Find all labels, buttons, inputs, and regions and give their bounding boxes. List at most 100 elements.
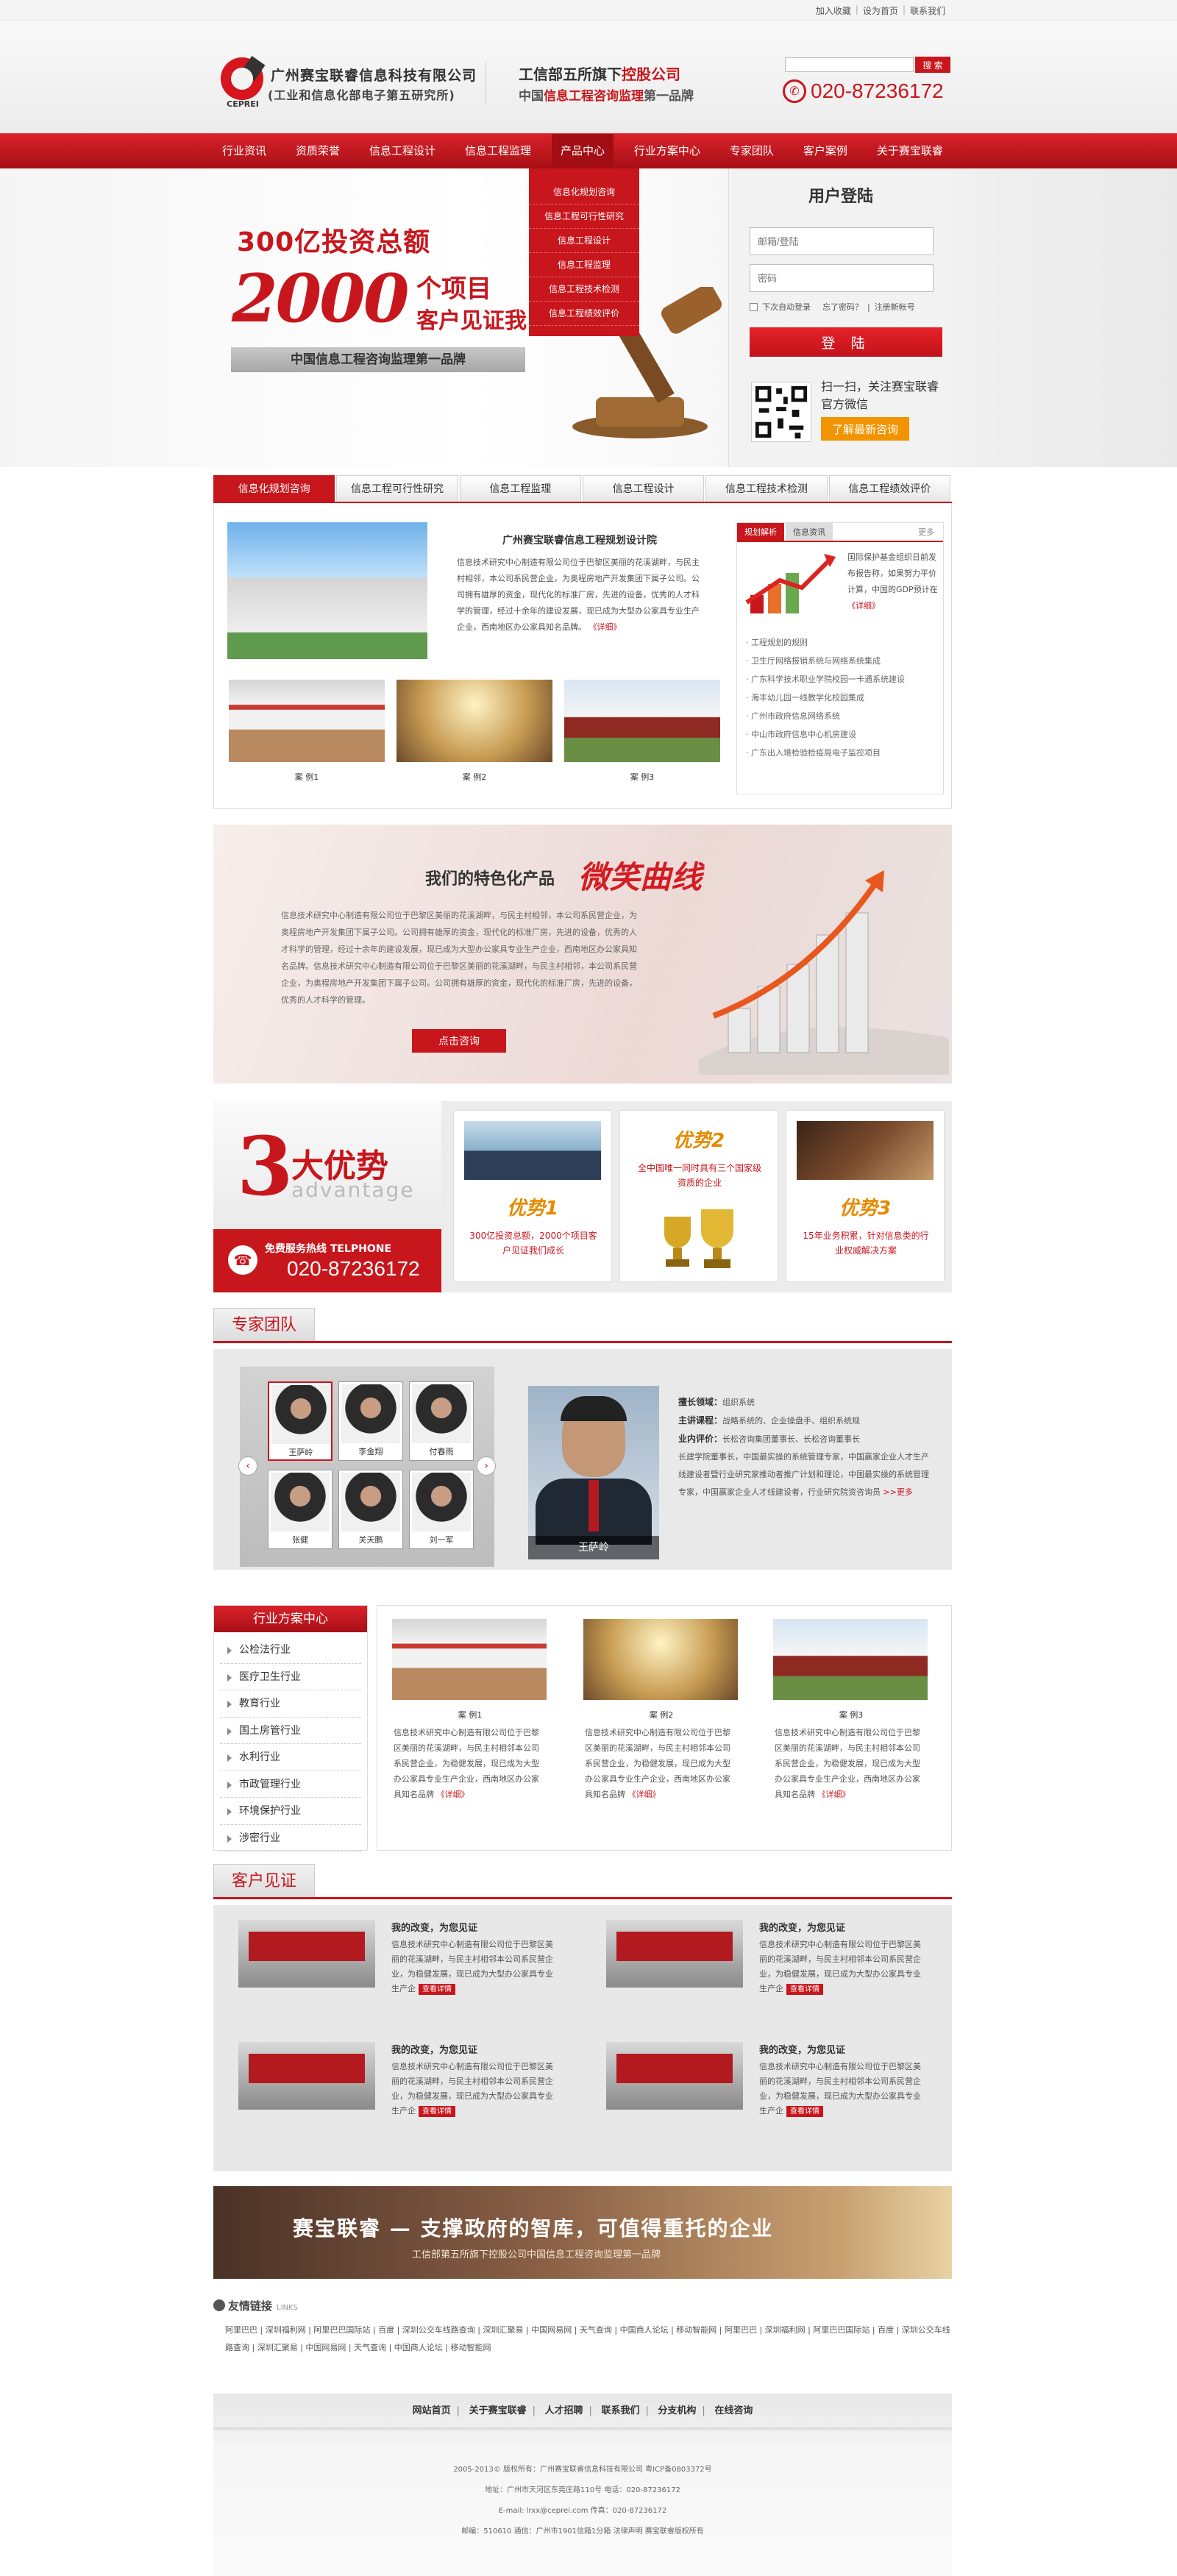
- info-more-link[interactable]: 《详细》: [589, 622, 622, 632]
- expert-thumb[interactable]: 王萨岭: [268, 1381, 333, 1461]
- case-image[interactable]: [583, 1619, 738, 1700]
- footer-link-about[interactable]: 关于赛宝联睿: [469, 2405, 527, 2416]
- nav-item-cases[interactable]: 客户案例: [794, 134, 856, 169]
- dropdown-item[interactable]: 信息工程绩效评价: [529, 302, 639, 326]
- list-item[interactable]: 广东出入境检验检疫局电子监控项目: [746, 744, 937, 762]
- nav-item-design[interactable]: 信息工程设计: [360, 134, 444, 169]
- list-item[interactable]: 中山市政府信息中心机房建设: [746, 725, 937, 744]
- nav-item-supervision[interactable]: 信息工程监理: [456, 134, 540, 169]
- carousel-prev-icon[interactable]: ‹: [238, 1456, 257, 1476]
- testimonial-image[interactable]: [238, 2042, 375, 2110]
- contact-us-link[interactable]: 联系我们: [910, 4, 945, 17]
- set-homepage-link[interactable]: 设为首页: [863, 4, 898, 17]
- case-label[interactable]: 案 例2: [397, 771, 552, 783]
- case-label[interactable]: 案 例1: [386, 1709, 554, 1721]
- nav-item-industry-news[interactable]: 行业资讯: [213, 134, 275, 169]
- expert-more-link[interactable]: >>更多: [883, 1487, 913, 1497]
- forgot-password-link[interactable]: 忘了密码？: [822, 301, 863, 313]
- testimonial-image[interactable]: [606, 1920, 743, 1988]
- username-field[interactable]: [750, 227, 934, 255]
- friend-links[interactable]: 阿里巴巴 | 深圳福利网 | 阿里巴巴国际站 | 百度 | 深圳公交车线路查询 …: [225, 2321, 953, 2357]
- footer-email: E-mail: lrxx@ceprei.com 传真：020-87236172: [498, 2507, 667, 2515]
- footer-link-jobs[interactable]: 人才招聘: [545, 2405, 583, 2416]
- featured-expert-photo: [528, 1386, 659, 1559]
- password-field[interactable]: [750, 264, 934, 292]
- tab-planning[interactable]: 信息化规划咨询: [213, 475, 335, 502]
- case-image[interactable]: [564, 680, 720, 762]
- footer-link-contact[interactable]: 联系我们: [601, 2405, 639, 2416]
- search-input[interactable]: [785, 57, 914, 72]
- list-item[interactable]: 广东科学技术职业学院校园一卡通系统建设: [746, 670, 937, 689]
- list-item[interactable]: 工程规划的规则: [746, 633, 937, 652]
- news-intro-more[interactable]: 《详细》: [847, 601, 880, 611]
- industry-item[interactable]: 环境保护行业: [220, 1798, 361, 1825]
- case-label[interactable]: 案 例3: [767, 1709, 935, 1721]
- list-item[interactable]: 广州市政府信息网络系统: [746, 707, 937, 725]
- expert-thumb[interactable]: 李金翔: [338, 1381, 403, 1461]
- remember-checkbox[interactable]: [750, 302, 758, 311]
- industry-item[interactable]: 国土房管行业: [220, 1718, 361, 1744]
- dropdown-item[interactable]: 信息工程设计: [529, 229, 639, 253]
- footer-link-branches[interactable]: 分支机构: [658, 2405, 696, 2416]
- case-label[interactable]: 案 例1: [229, 771, 385, 783]
- footer-link-home[interactable]: 网站首页: [413, 2405, 451, 2416]
- view-details-button[interactable]: 查看详情: [419, 2106, 455, 2117]
- tab-info-news[interactable]: 信息资讯: [786, 523, 833, 541]
- case-more-link[interactable]: 《详细》: [628, 1790, 661, 1799]
- tab-feasibility[interactable]: 信息工程可行性研究: [336, 475, 458, 502]
- nav-item-products[interactable]: 产品中心: [551, 134, 614, 169]
- login-button[interactable]: 登 陆: [750, 327, 942, 357]
- tab-planning-analysis[interactable]: 规划解析: [737, 523, 784, 541]
- advantage-card[interactable]: 优势3 15年业务积累，针对信息类的行业权威解决方案: [786, 1110, 945, 1282]
- expert-thumb[interactable]: 关天鹏: [338, 1470, 403, 1549]
- expert-thumb[interactable]: 张健: [268, 1470, 333, 1549]
- industry-item[interactable]: 医疗卫生行业: [220, 1664, 361, 1690]
- carousel-next-icon[interactable]: ›: [477, 1456, 496, 1476]
- logo-icon[interactable]: [221, 56, 266, 100]
- footer-link-consult[interactable]: 在线咨询: [714, 2405, 753, 2416]
- dropdown-item[interactable]: 信息化规划咨询: [529, 180, 639, 204]
- tab-supervision[interactable]: 信息工程监理: [459, 475, 581, 502]
- news-more-link[interactable]: 更多: [911, 523, 942, 541]
- view-details-button[interactable]: 查看详情: [419, 1984, 455, 1995]
- list-item[interactable]: 卫生厅网络报销系统与网络系统集成: [746, 652, 937, 670]
- case-more-link[interactable]: 《详细》: [818, 1790, 850, 1799]
- tab-evaluation[interactable]: 信息工程绩效评价: [828, 475, 950, 502]
- industry-item[interactable]: 公检法行业: [220, 1637, 361, 1664]
- add-favorite-link[interactable]: 加入收藏: [816, 4, 851, 17]
- nav-item-honors[interactable]: 资质荣誉: [287, 134, 349, 169]
- friend-links-en: LINKS: [277, 2304, 298, 2312]
- industry-item[interactable]: 市政管理行业: [220, 1771, 361, 1798]
- dropdown-item[interactable]: 信息工程监理: [529, 253, 639, 277]
- search-button[interactable]: 搜 索: [915, 57, 950, 73]
- latest-news-button[interactable]: 了解最新咨询: [821, 417, 909, 441]
- case-label[interactable]: 案 例3: [564, 771, 720, 783]
- nav-item-about[interactable]: 关于赛宝联睿: [868, 134, 952, 169]
- testimonial-image[interactable]: [238, 1920, 375, 1988]
- expert-thumb[interactable]: 刘一军: [409, 1470, 474, 1549]
- industry-item[interactable]: 教育行业: [220, 1690, 361, 1718]
- case-more-link[interactable]: 《详细》: [437, 1790, 469, 1799]
- testimonial-image[interactable]: [606, 2042, 743, 2110]
- tab-testing[interactable]: 信息工程技术检测: [705, 475, 828, 502]
- case-label[interactable]: 案 例2: [577, 1709, 745, 1721]
- expert-thumb[interactable]: 付春雨: [409, 1381, 474, 1461]
- view-details-button[interactable]: 查看详情: [786, 1984, 823, 1995]
- consult-button[interactable]: 点击咨询: [412, 1029, 506, 1053]
- list-item[interactable]: 海丰幼儿园一线教学化校园集成: [746, 689, 937, 707]
- nav-item-experts[interactable]: 专家团队: [721, 134, 783, 169]
- dropdown-item[interactable]: 信息工程技术检测: [529, 277, 639, 302]
- advantage-card[interactable]: 优势1 300亿投资总额，2000个项目客户见证我们成长: [453, 1110, 612, 1282]
- register-link[interactable]: 注册新帐号: [875, 301, 915, 313]
- case-image[interactable]: [229, 680, 385, 762]
- nav-item-solutions[interactable]: 行业方案中心: [625, 134, 709, 169]
- industry-item[interactable]: 涉密行业: [220, 1825, 361, 1851]
- case-image[interactable]: [392, 1619, 547, 1700]
- view-details-button[interactable]: 查看详情: [786, 2106, 823, 2117]
- dropdown-item[interactable]: 信息工程可行性研究: [529, 204, 639, 229]
- case-image[interactable]: [397, 680, 552, 762]
- case-image[interactable]: [773, 1619, 928, 1700]
- advantage-card[interactable]: 优势2 全中国唯一同时具有三个国家级资质的企业: [619, 1110, 778, 1282]
- industry-item[interactable]: 水利行业: [220, 1744, 361, 1771]
- tab-design[interactable]: 信息工程设计: [582, 475, 705, 502]
